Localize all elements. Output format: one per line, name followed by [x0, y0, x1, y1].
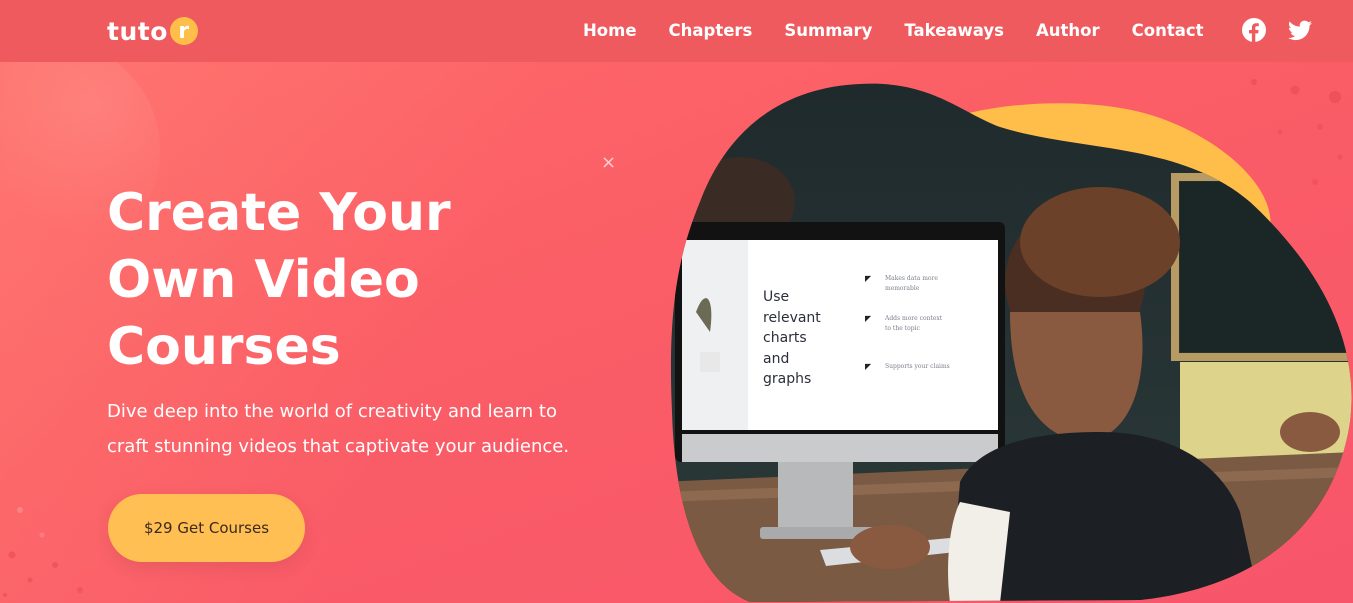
slide-heading-line: Use	[763, 289, 790, 305]
nav-takeaways[interactable]: Takeaways	[904, 21, 1004, 40]
site-header: tuto r Home Chapters Summary Takeaways A…	[0, 0, 1353, 62]
slide-heading-line: relevant	[763, 309, 821, 326]
hero-description: Dive deep into the world of creativity a…	[107, 394, 577, 464]
nav-chapters[interactable]: Chapters	[669, 21, 753, 40]
main-nav: Home Chapters Summary Takeaways Author C…	[583, 18, 1312, 42]
twitter-icon[interactable]	[1287, 20, 1312, 41]
facebook-icon[interactable]	[1241, 18, 1266, 42]
screen-slide-bullets: ◤ Makes data more memorable ◤ Adds more …	[865, 274, 950, 371]
hero-title-line: Courses	[107, 317, 341, 377]
nav-contact[interactable]: Contact	[1132, 21, 1204, 40]
logo-badge: r	[169, 17, 198, 45]
hero-title-line: Own Video	[107, 250, 420, 310]
nav-home[interactable]: Home	[583, 21, 637, 40]
hero-title-line: Create Your	[107, 183, 451, 243]
slide-bullet: Makes data more memorable	[885, 275, 938, 292]
decorative-dots	[3, 507, 83, 597]
social-links	[1241, 18, 1312, 42]
hero-description-line: Dive deep into the world of creativity a…	[107, 401, 557, 422]
screen-slide-heading: Use relevant charts and graphs	[763, 287, 843, 390]
slide-heading-line: charts	[763, 330, 807, 346]
slide-bullet: Adds more context to the topic	[885, 315, 943, 332]
hero-description-line: craft stunning videos that captivate you…	[107, 436, 570, 457]
slide-heading-line: graphs	[763, 371, 812, 387]
nav-author[interactable]: Author	[1036, 21, 1100, 40]
logo[interactable]: tuto r	[107, 14, 198, 48]
get-courses-button[interactable]: $29 Get Courses	[108, 494, 305, 562]
slide-heading-line: and	[763, 350, 790, 367]
nav-summary[interactable]: Summary	[784, 21, 872, 40]
hero-image: Use relevant charts and graphs ◤ Makes d…	[660, 82, 1353, 603]
logo-text: tuto	[107, 16, 168, 46]
close-icon[interactable]: ×	[601, 152, 616, 173]
hero-title: Create Your Own Video Courses	[107, 180, 537, 381]
slide-bullet: Supports your claims	[885, 363, 950, 370]
